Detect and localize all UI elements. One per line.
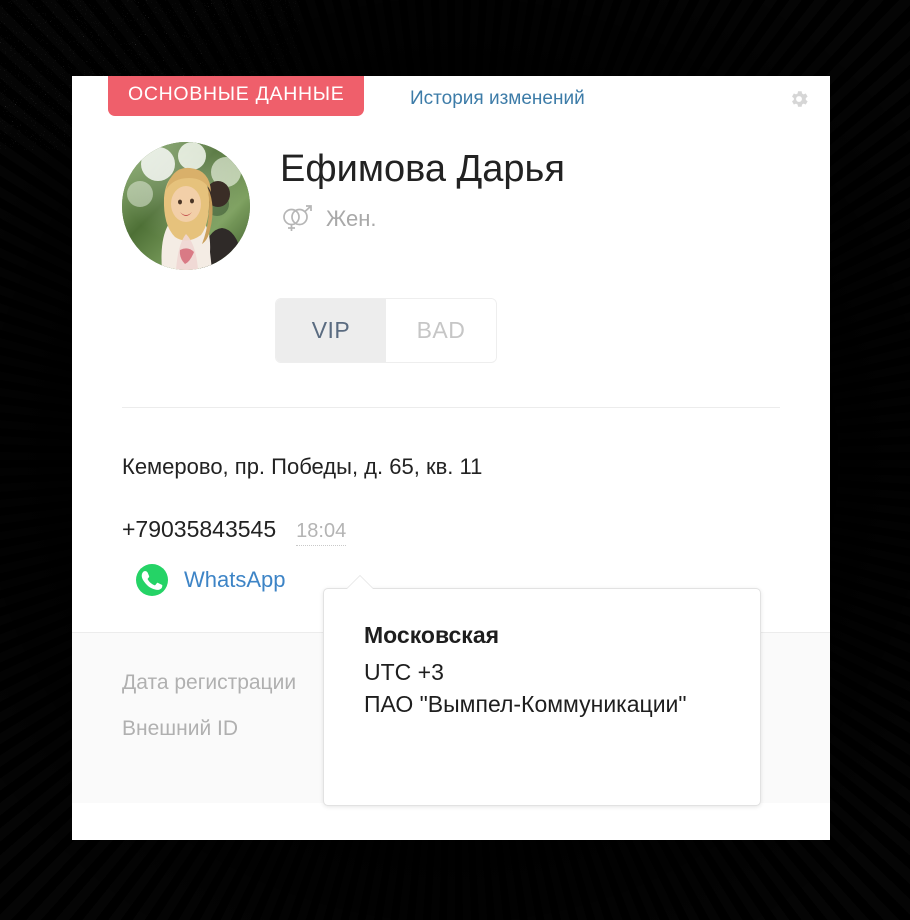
identity-text: Ефимова Дарья Жен. [250, 142, 565, 234]
whatsapp-link[interactable]: WhatsApp [184, 567, 286, 593]
tooltip-arrow-inner [346, 576, 374, 590]
tab-change-history[interactable]: История изменений [410, 88, 585, 110]
section-divider [122, 407, 780, 408]
contact-block: Кемерово, пр. Победы, д. 65, кв. 11 +790… [72, 454, 830, 596]
avatar-photo [122, 142, 250, 270]
tooltip-utc-line: UTC +3 [364, 659, 444, 685]
timezone-tooltip: Московская UTC +3 ПАО "Вымпел-Коммуникац… [323, 575, 761, 806]
gender-label: Жен. [326, 205, 377, 231]
page-title: Ефимова Дарья [280, 148, 565, 190]
tooltip-operator-line: ПАО "Вымпел-Коммуникации" [364, 690, 687, 717]
gear-icon-glyph [792, 91, 808, 107]
gender-row: Жен. [280, 204, 565, 234]
tab-main-data[interactable]: ОСНОВНЫЕ ДАННЫЕ [108, 76, 365, 116]
address-text: Кемерово, пр. Победы, д. 65, кв. 11 [122, 454, 483, 479]
identity-block: Ефимова Дарья Жен. [72, 124, 830, 270]
phone-row: +79035843545 18:04 [122, 516, 830, 546]
flag-toggle-group: VIP BAD [275, 298, 497, 363]
gear-icon[interactable] [788, 88, 810, 110]
gender-male-female-icon [280, 204, 314, 234]
whatsapp-icon-glyph [136, 564, 168, 596]
local-time-tooltip-trigger[interactable]: 18:04 [296, 520, 347, 546]
tab-bar: ОСНОВНЫЕ ДАННЫЕ История изменений [72, 76, 830, 124]
flag-bad[interactable]: BAD [386, 299, 496, 362]
whatsapp-icon[interactable] [136, 564, 168, 596]
avatar[interactable] [122, 142, 250, 270]
tooltip-title: Московская [364, 622, 500, 648]
phone-number[interactable]: +79035843545 [122, 516, 276, 543]
gender-icon-glyph [283, 205, 312, 231]
flag-vip[interactable]: VIP [276, 299, 386, 362]
